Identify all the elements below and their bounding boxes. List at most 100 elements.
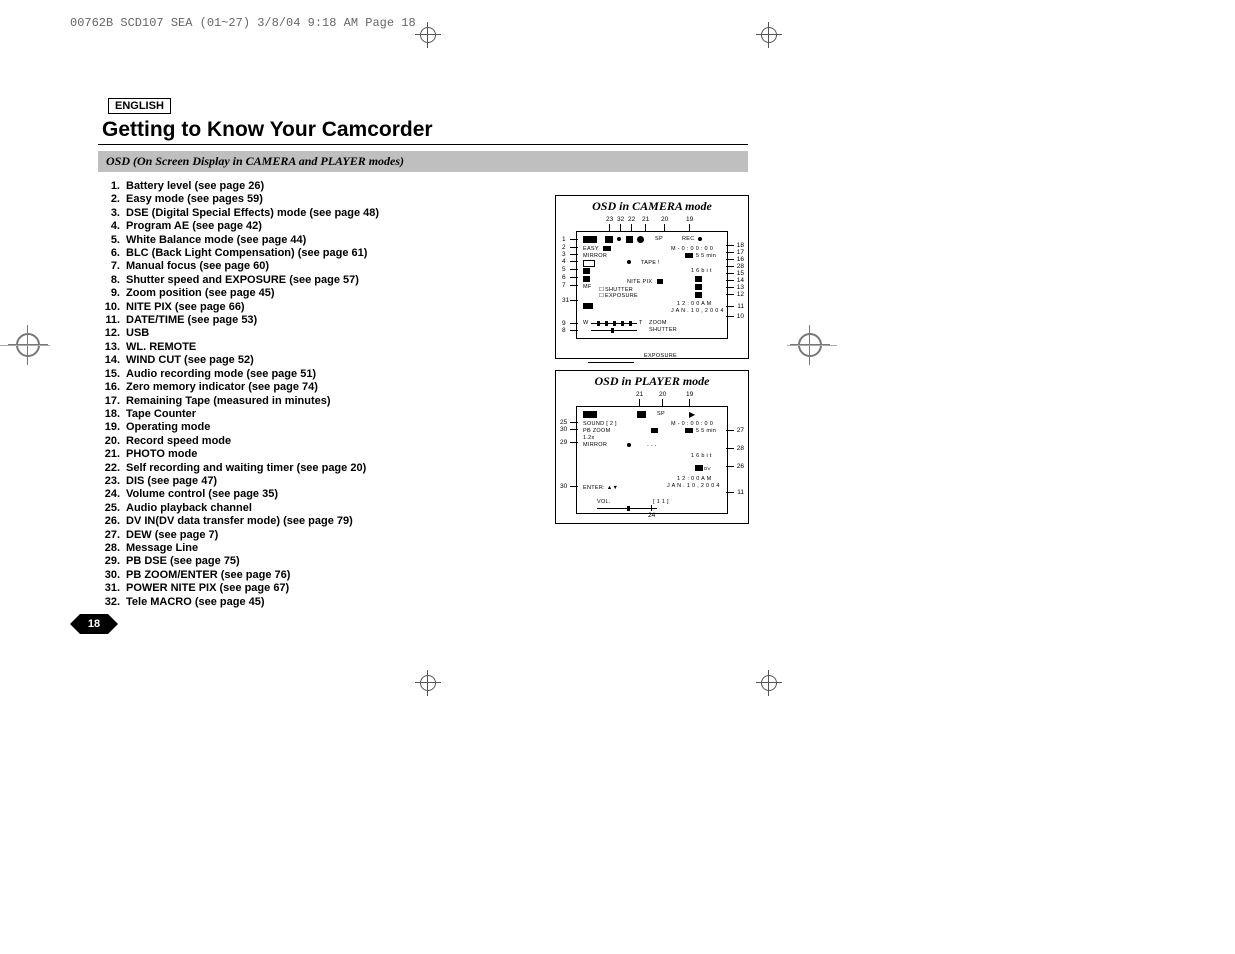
callout-number: 21	[642, 216, 649, 223]
callout-number: 20	[659, 391, 666, 398]
callout-number: 29	[560, 439, 567, 446]
callout-number: 7	[562, 282, 566, 289]
speed-label: SP	[655, 236, 663, 242]
osd-item-label: Tape Counter	[126, 408, 196, 421]
page-number-badge: 18	[80, 614, 108, 634]
photo-icon	[637, 411, 646, 418]
crop-mark-icon	[415, 670, 441, 696]
audio-mode-label: 1 6 b i t	[691, 453, 712, 459]
osd-item-number: 17.	[98, 395, 120, 408]
osd-item-label: DATE/TIME (see page 53)	[126, 314, 257, 327]
osd-list-item: 28.Message Line	[98, 542, 748, 555]
osd-item-number: 24.	[98, 488, 120, 501]
tape-label: TAPE !	[641, 260, 660, 266]
callout-number: 11	[737, 303, 744, 310]
callout-number: 11	[737, 489, 744, 496]
callout-number: 21	[636, 391, 643, 398]
callout-number: 28	[737, 445, 744, 452]
osd-item-number: 13.	[98, 341, 120, 354]
callout-number: 6	[562, 274, 566, 281]
osd-item-number: 26.	[98, 515, 120, 528]
osd-item-label: Easy mode (see pages 59)	[126, 193, 263, 206]
nitepix-label: NITE PIX	[627, 279, 652, 285]
counter-label: M - 0 : 0 0 : 0 0	[671, 246, 713, 252]
clock-label: 1 2 : 0 0 A M	[677, 476, 711, 482]
enter-label: ENTER: ▲▼	[583, 485, 618, 491]
osd-item-label: DEW (see page 7)	[126, 529, 218, 542]
chapter-title: Getting to Know Your Camcorder	[102, 118, 748, 142]
callout-number: 24	[648, 512, 655, 519]
osd-item-number: 23.	[98, 475, 120, 488]
callout-number: 15	[737, 270, 744, 277]
osd-item-label: USB	[126, 327, 149, 340]
blc-icon	[583, 276, 590, 282]
remain-label: 5 5 min	[696, 253, 716, 259]
windcut-icon	[695, 276, 702, 282]
program-ae-icon	[583, 260, 595, 267]
callout-number: 12	[737, 291, 744, 298]
callout-number: 3	[562, 251, 566, 258]
diagram-title: OSD in PLAYER mode	[556, 371, 748, 392]
osd-item-label: Audio recording mode (see page 51)	[126, 368, 316, 381]
rec-label: REC	[682, 236, 695, 242]
photo-icon	[637, 236, 644, 243]
nitepix-icon	[657, 279, 663, 284]
dew-icon	[627, 260, 631, 264]
remain-label: 5 5 min	[696, 428, 716, 434]
macro-icon	[617, 237, 621, 241]
osd-item-label: WL. REMOTE	[126, 341, 196, 354]
osd-item-label: Audio playback channel	[126, 502, 252, 515]
osd-item-number: 30.	[98, 569, 120, 582]
callout-number: 23	[606, 216, 613, 223]
osd-list-item: 30.PB ZOOM/ENTER (see page 76)	[98, 569, 748, 582]
timer-icon	[626, 236, 633, 243]
osd-item-number: 14.	[98, 354, 120, 367]
callout-number: 14	[737, 277, 744, 284]
callout-number: 19	[686, 391, 693, 398]
osd-item-label: BLC (Back Light Compensation) (see page …	[126, 247, 367, 260]
callout-number: 4	[562, 258, 566, 265]
callout-number: 16	[737, 256, 744, 263]
callout-number: 18	[737, 242, 744, 249]
mf-label: MF	[583, 284, 592, 290]
osd-item-number: 2.	[98, 193, 120, 206]
osd-item-label: NITE PIX (see page 66)	[126, 301, 245, 314]
osd-list-item: 1.Battery level (see page 26)	[98, 180, 748, 193]
osd-list-item: 27.DEW (see page 7)	[98, 529, 748, 542]
sound-label: SOUND [ 2 ]	[583, 421, 617, 427]
clock-label: 1 2 : 0 0 A M	[677, 301, 711, 307]
whitebalance-icon	[583, 268, 590, 274]
osd-item-number: 3.	[98, 207, 120, 220]
osd-item-number: 22.	[98, 462, 120, 475]
speed-label: SP	[657, 411, 665, 417]
osd-item-number: 6.	[98, 247, 120, 260]
osd-item-number: 19.	[98, 421, 120, 434]
play-icon: ▶	[689, 410, 695, 419]
vol-label: VOL.	[597, 499, 611, 505]
easy-label: EASY	[583, 246, 599, 252]
osd-item-label: Shutter speed and EXPOSURE (see page 57)	[126, 274, 359, 287]
osd-item-label: DV IN(DV data transfer mode) (see page 7…	[126, 515, 353, 528]
zoom-label: ZOOM	[649, 320, 667, 326]
callout-number: 26	[737, 463, 744, 470]
easy-icon	[603, 246, 611, 251]
audio-mode-label: 1 6 b i t	[691, 268, 712, 274]
callout-number: 13	[737, 284, 744, 291]
osd-item-label: Self recording and waiting timer (see pa…	[126, 462, 366, 475]
callout-number: 20	[661, 216, 668, 223]
dse-label: MIRROR	[583, 442, 607, 448]
osd-item-label: Remaining Tape (measured in minutes)	[126, 395, 331, 408]
battery-icon	[583, 236, 597, 243]
callout-number: 9	[562, 320, 566, 327]
callout-number: 27	[737, 427, 744, 434]
osd-item-number: 15.	[98, 368, 120, 381]
osd-player-diagram: OSD in PLAYER mode 21 20 19 25 30 29 30 …	[555, 370, 749, 524]
trim-line	[0, 345, 50, 346]
cassette-icon	[685, 428, 693, 433]
print-job-header: 00762B SCD107 SEA (01~27) 3/8/04 9:18 AM…	[70, 16, 416, 30]
dis-icon	[605, 236, 613, 243]
leader-line	[651, 505, 652, 511]
diagram-title: OSD in CAMERA mode	[556, 196, 748, 217]
date-label: J A N . 1 0 , 2 0 0 4	[667, 483, 720, 489]
date-label: J A N . 1 0 , 2 0 0 4	[671, 308, 724, 314]
